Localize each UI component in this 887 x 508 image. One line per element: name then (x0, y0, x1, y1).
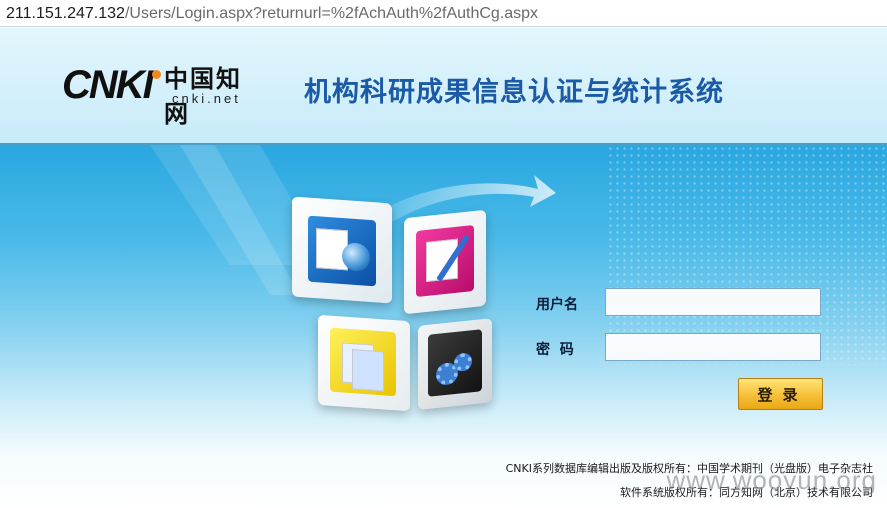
username-input[interactable] (605, 288, 821, 316)
file-stack-icon (330, 327, 396, 397)
gear-icon (454, 352, 472, 373)
documents-pen-icon (416, 224, 474, 298)
url-path: /Users/Login.aspx?returnurl=%2fAchAuth%2… (124, 5, 539, 22)
username-label: 用户名 (536, 297, 578, 313)
address-bar[interactable]: 211.151.247.132/Users/Login.aspx?returnu… (0, 0, 887, 27)
address-url[interactable]: 211.151.247.132/Users/Login.aspx?returnu… (6, 4, 538, 23)
books-globe-icon (308, 215, 376, 287)
settings-icon (428, 329, 482, 397)
logo-latin: CNKI (62, 63, 154, 107)
login-button[interactable]: 登录 (738, 378, 823, 410)
password-label: 密 码 (536, 342, 574, 358)
feature-cubes-illustration (290, 196, 500, 420)
cnki-logo: CNKI 中国知网 cnki.net (62, 61, 262, 128)
url-host: 211.151.247.132 (6, 5, 125, 22)
cube-file-stack (318, 314, 410, 412)
cube-settings (418, 318, 492, 410)
file-icon (352, 349, 384, 392)
logo-domain: cnki.net (172, 91, 241, 106)
system-title: 机构科研成果信息认证与统计系统 (304, 77, 724, 108)
page-header: CNKI 中国知网 cnki.net 机构科研成果信息认证与统计系统 (0, 28, 887, 145)
watermark: www.wooyun.org (666, 465, 877, 495)
cube-documents-pen (404, 209, 486, 315)
login-banner: 用户名 密 码 登录 CNKI系列数据库编辑出版及版权所有：中国学术期刊（光盘版… (0, 145, 887, 508)
password-input[interactable] (605, 333, 821, 361)
cube-books-globe (292, 196, 392, 304)
logo-dot (152, 70, 161, 79)
